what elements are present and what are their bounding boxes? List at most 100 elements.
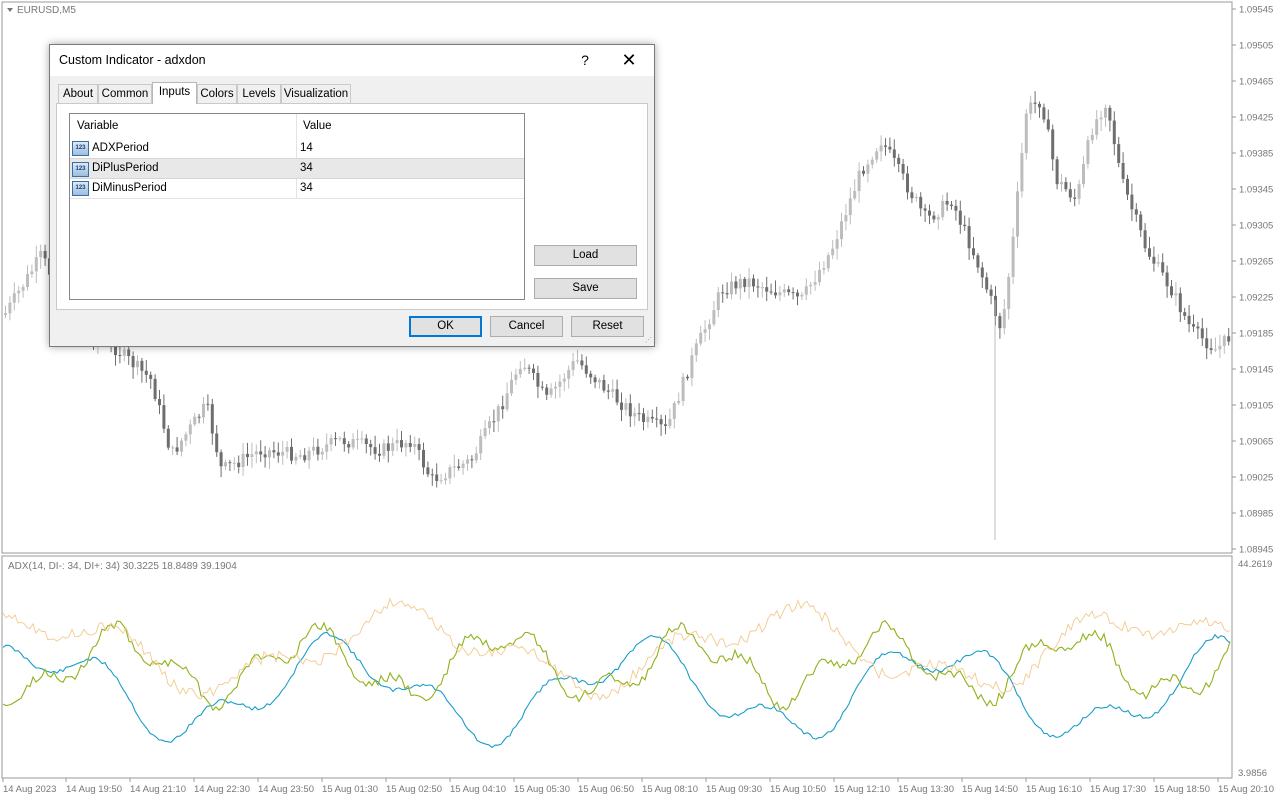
row-value[interactable]: 14	[300, 142, 313, 154]
inputs-grid[interactable]: Variable Value 123 ADXPeriod 14 123 DiPl…	[69, 113, 525, 300]
candle-body	[760, 287, 764, 289]
candle-body	[439, 480, 443, 482]
candle-body	[826, 255, 830, 269]
time-label: 15 Aug 06:50	[578, 784, 634, 795]
tab-levels[interactable]: Levels	[237, 84, 281, 103]
candle-body	[118, 355, 122, 357]
time-label: 14 Aug 21:10	[130, 784, 186, 795]
candle-body	[307, 450, 311, 461]
price-label: 1.08945	[1239, 545, 1273, 556]
tab-common[interactable]: Common	[98, 84, 152, 103]
candle-body	[677, 401, 681, 404]
candle-body	[967, 226, 971, 249]
candle-body	[197, 416, 201, 418]
candle-body	[910, 192, 914, 199]
candle-body	[958, 210, 962, 225]
candle-body	[791, 292, 795, 294]
candle-body	[716, 292, 720, 311]
candle-body	[136, 360, 139, 368]
tab-visualization[interactable]: Visualization	[281, 84, 351, 103]
candle-body	[272, 450, 276, 453]
help-icon[interactable]: ?	[572, 48, 598, 72]
row-value[interactable]: 34	[300, 182, 313, 194]
candle-body	[782, 289, 786, 293]
candle-body	[12, 293, 16, 303]
save-button[interactable]: Save	[534, 278, 637, 299]
candle-body	[936, 217, 940, 220]
candle-body	[356, 438, 359, 440]
row-variable: ADXPeriod	[92, 142, 149, 154]
candle-body	[1227, 336, 1231, 342]
candle-body	[1187, 315, 1191, 325]
candle-body	[562, 378, 566, 382]
candle-body	[210, 404, 214, 434]
candle-body	[1020, 153, 1024, 192]
price-label: 1.09145	[1239, 365, 1273, 376]
ok-button[interactable]: OK	[409, 316, 482, 337]
candle-body	[158, 399, 161, 406]
grid-header: Variable Value	[70, 114, 524, 138]
column-header-value[interactable]: Value	[303, 120, 332, 132]
integer-type-icon: 123	[72, 162, 89, 177]
candle-body	[527, 367, 531, 369]
time-label: 15 Aug 09:30	[706, 784, 762, 795]
candle-body	[1196, 326, 1200, 329]
cancel-button[interactable]: Cancel	[490, 316, 563, 337]
dialog-titlebar[interactable]: Custom Indicator - adxdon ? ✕	[50, 45, 654, 76]
table-row[interactable]: 123 ADXPeriod 14	[70, 138, 524, 158]
candle-body	[325, 444, 329, 452]
candle-body	[681, 376, 685, 402]
candle-body	[800, 294, 804, 297]
price-label: 1.08985	[1239, 509, 1273, 520]
candle-body	[1192, 324, 1195, 327]
candle-body	[1016, 191, 1019, 237]
candle-body	[637, 413, 641, 415]
candle-body	[708, 324, 711, 330]
load-button[interactable]: Load	[534, 245, 637, 266]
candle-body	[1002, 309, 1006, 329]
candle-body	[1029, 102, 1033, 114]
resize-grip-icon[interactable]: ⋰	[645, 337, 653, 345]
table-row[interactable]: 123 DiMinusPeriod 34	[70, 178, 524, 199]
price-axis: 1.09545 1.09505 1.09465 1.09425 1.09385 1.093…	[1232, 5, 1273, 556]
time-label: 15 Aug 10:50	[770, 784, 826, 795]
tab-inputs[interactable]: Inputs	[152, 82, 197, 104]
time-label: 14 Aug 2023	[3, 784, 56, 795]
candle-body	[342, 438, 346, 445]
candle-body	[404, 443, 408, 448]
close-icon[interactable]: ✕	[616, 48, 642, 72]
candle-body	[4, 313, 7, 315]
candle-body	[804, 286, 808, 295]
candle-body	[620, 402, 623, 410]
time-label: 15 Aug 12:10	[834, 784, 890, 795]
candle-body	[312, 446, 315, 451]
candle-body	[1086, 140, 1090, 164]
column-header-variable[interactable]: Variable	[77, 120, 118, 132]
candle-body	[1152, 256, 1156, 264]
price-label: 1.09425	[1239, 113, 1273, 124]
tab-colors[interactable]: Colors	[197, 84, 237, 103]
candle-body	[633, 413, 637, 417]
candle-body	[1112, 120, 1116, 145]
table-row[interactable]: 123 DiPlusPeriod 34	[70, 158, 524, 179]
candle-body	[642, 413, 645, 423]
candle-body	[1143, 230, 1147, 249]
price-label: 1.09385	[1239, 149, 1273, 160]
time-axis: 14 Aug 2023 14 Aug 19:50 14 Aug 21:10 14 Au…	[2, 778, 1274, 795]
tab-about[interactable]: About	[58, 84, 98, 103]
candle-body	[259, 451, 263, 455]
custom-indicator-dialog[interactable]: Custom Indicator - adxdon ? ✕ About Comm…	[49, 44, 655, 347]
candle-body	[144, 370, 148, 375]
price-label: 1.09545	[1239, 5, 1273, 16]
candle-body	[1068, 189, 1072, 198]
candle-body	[444, 478, 447, 481]
candle-body	[360, 438, 364, 440]
reset-button[interactable]: Reset	[571, 316, 644, 337]
price-label: 1.09025	[1239, 473, 1273, 484]
row-value[interactable]: 34	[300, 162, 313, 174]
candle-body	[1130, 194, 1134, 210]
candle-body	[725, 293, 729, 295]
candle-body	[452, 466, 456, 468]
candle-body	[884, 145, 887, 147]
time-label: 14 Aug 22:30	[194, 784, 250, 795]
